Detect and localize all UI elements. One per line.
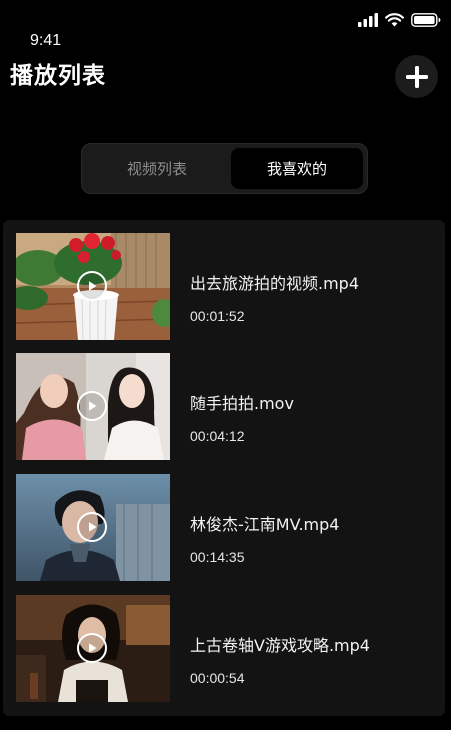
play-icon bbox=[89, 643, 97, 653]
video-duration: 00:00:54 bbox=[190, 670, 245, 686]
video-thumbnail[interactable] bbox=[16, 353, 170, 460]
video-list: 出去旅游拍的视频.mp4 00:01:52 随手拍拍.mov 00:04:12 … bbox=[3, 220, 445, 716]
play-icon bbox=[89, 281, 97, 291]
tab-video-list-label: 视频列表 bbox=[126, 160, 187, 178]
video-thumbnail[interactable] bbox=[16, 474, 170, 581]
tab-favorites-label: 我喜欢的 bbox=[266, 160, 327, 178]
video-item[interactable]: 随手拍拍.mov 00:04:12 bbox=[16, 353, 436, 461]
add-button[interactable] bbox=[395, 55, 438, 98]
video-title: 上古卷轴V游戏攻略.mp4 bbox=[190, 636, 370, 655]
play-button[interactable] bbox=[77, 271, 107, 301]
video-duration: 00:14:35 bbox=[190, 549, 245, 565]
video-title: 随手拍拍.mov bbox=[190, 394, 294, 413]
page-title: 播放列表 bbox=[10, 63, 106, 89]
video-title: 出去旅游拍的视频.mp4 bbox=[190, 274, 360, 293]
play-button[interactable] bbox=[77, 512, 107, 542]
plus-icon bbox=[405, 65, 428, 88]
tab-switcher: 视频列表 我喜欢的 bbox=[81, 143, 368, 194]
wifi-icon bbox=[385, 13, 404, 27]
video-item[interactable]: 林俊杰-江南MV.mp4 00:14:35 bbox=[16, 474, 436, 582]
video-duration: 00:04:12 bbox=[190, 428, 245, 444]
signal-icon bbox=[358, 13, 378, 27]
tab-favorites[interactable]: 我喜欢的 bbox=[231, 148, 363, 189]
video-title: 林俊杰-江南MV.mp4 bbox=[190, 515, 340, 534]
status-icons bbox=[358, 13, 441, 27]
video-thumbnail[interactable] bbox=[16, 233, 170, 340]
video-thumbnail[interactable] bbox=[16, 595, 170, 702]
status-time: 9:41 bbox=[30, 32, 62, 49]
play-icon bbox=[89, 401, 97, 411]
tab-video-list[interactable]: 视频列表 bbox=[86, 148, 228, 189]
video-duration: 00:01:52 bbox=[190, 308, 245, 324]
play-button[interactable] bbox=[77, 633, 107, 663]
battery-icon bbox=[411, 13, 441, 27]
status-bar: 9:41 bbox=[0, 0, 451, 50]
video-item[interactable]: 上古卷轴V游戏攻略.mp4 00:00:54 bbox=[16, 595, 436, 703]
play-icon bbox=[89, 522, 97, 532]
video-item[interactable]: 出去旅游拍的视频.mp4 00:01:52 bbox=[16, 233, 436, 341]
play-button[interactable] bbox=[77, 391, 107, 421]
